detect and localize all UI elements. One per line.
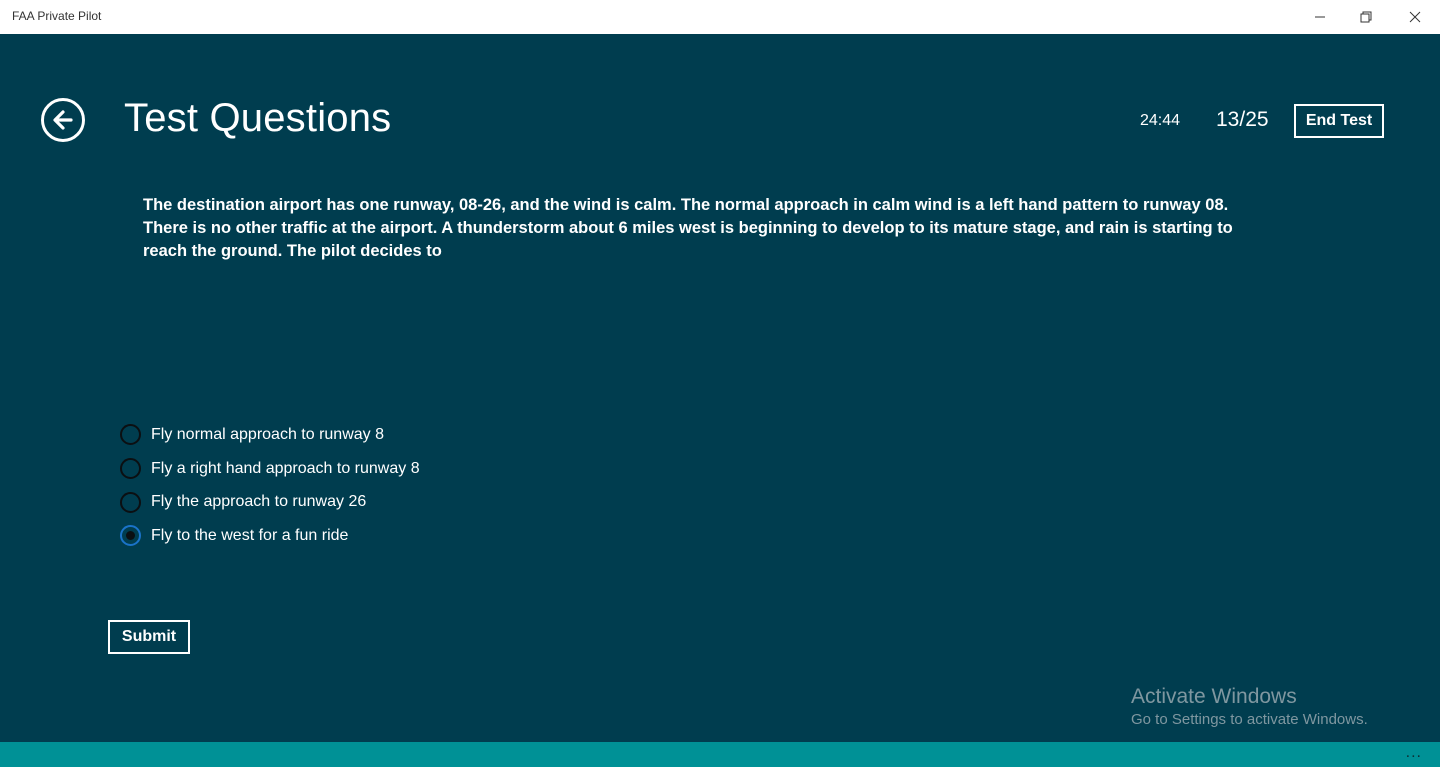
question-text: The destination airport has one runway, … bbox=[143, 196, 1233, 260]
answer-label: Fly to the west for a fun ride bbox=[151, 526, 349, 544]
answer-option[interactable]: Fly to the west for a fun ride bbox=[120, 519, 420, 553]
radio-button[interactable] bbox=[120, 424, 141, 446]
page-title: Test Questions bbox=[124, 96, 392, 140]
close-icon bbox=[1409, 11, 1421, 23]
title-bar: FAA Private Pilot bbox=[0, 0, 1440, 34]
restore-button[interactable] bbox=[1343, 0, 1389, 34]
watermark-title: Activate Windows bbox=[1131, 685, 1297, 708]
answer-option[interactable]: Fly the approach to runway 26 bbox=[120, 485, 420, 519]
minimize-button[interactable] bbox=[1297, 0, 1343, 34]
more-options-button[interactable]: ... bbox=[1406, 744, 1422, 762]
radio-button[interactable] bbox=[120, 458, 141, 480]
timer: 24:44 bbox=[1140, 112, 1181, 129]
answer-option[interactable]: Fly normal approach to runway 8 bbox=[120, 418, 420, 452]
answer-options: Fly normal approach to runway 8 Fly a ri… bbox=[120, 418, 420, 553]
answer-label: Fly a right hand approach to runway 8 bbox=[151, 459, 420, 477]
radio-button[interactable] bbox=[120, 525, 141, 547]
submit-button[interactable]: Submit bbox=[108, 620, 190, 654]
close-button[interactable] bbox=[1392, 0, 1438, 34]
answer-label: Fly normal approach to runway 8 bbox=[151, 425, 384, 443]
radio-button[interactable] bbox=[120, 491, 141, 513]
watermark-subtitle: Go to Settings to activate Windows. bbox=[1131, 711, 1368, 728]
end-test-button[interactable]: End Test bbox=[1294, 104, 1384, 138]
app-title: FAA Private Pilot bbox=[12, 9, 102, 23]
answer-option[interactable]: Fly a right hand approach to runway 8 bbox=[120, 452, 420, 486]
question-counter: 13/25 bbox=[1216, 108, 1269, 131]
main-content: Test Questions 24:44 13/25 End Test The … bbox=[0, 34, 1440, 742]
restore-icon bbox=[1360, 11, 1372, 23]
activation-watermark: Activate Windows Go to Settings to activ… bbox=[1131, 685, 1368, 728]
back-button[interactable] bbox=[41, 98, 85, 142]
app-bar: ... bbox=[0, 742, 1440, 767]
minimize-icon bbox=[1315, 16, 1325, 18]
answer-label: Fly the approach to runway 26 bbox=[151, 493, 367, 511]
back-arrow-icon bbox=[53, 110, 73, 130]
